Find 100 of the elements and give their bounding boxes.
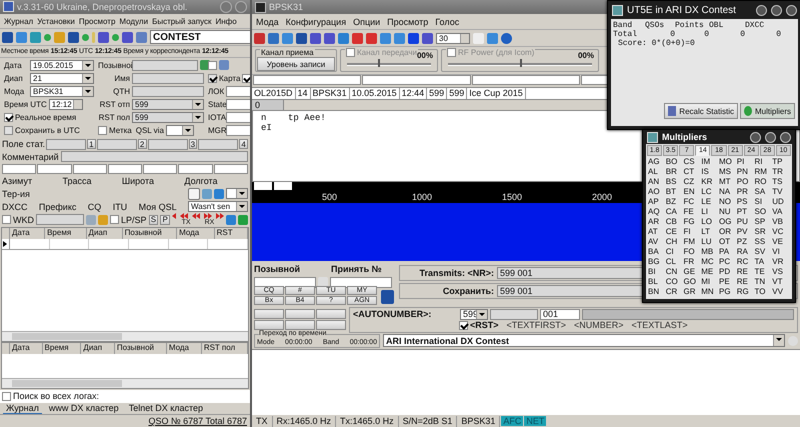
column-header[interactable]: Дата — [10, 228, 46, 239]
menu-item[interactable]: Конфигурация — [286, 16, 346, 26]
time-spinner[interactable]: 12:12 — [48, 98, 83, 110]
text-first-field[interactable] — [490, 308, 538, 320]
checkbox-label: LP/SP — [121, 214, 147, 225]
checkbox[interactable] — [346, 48, 355, 57]
menu-item[interactable]: Установки — [37, 16, 75, 26]
multiplier-code: OG — [719, 217, 732, 227]
checkbox[interactable] — [2, 215, 11, 224]
menu-item[interactable]: Опции — [353, 16, 380, 26]
column-header[interactable]: Позывной — [114, 342, 167, 354]
column-header[interactable]: Дата — [10, 342, 43, 354]
minimize-icon[interactable] — [750, 132, 761, 142]
menu-item[interactable]: Голос — [435, 16, 460, 26]
column-header[interactable]: Время — [45, 228, 87, 239]
checkbox[interactable] — [4, 112, 13, 122]
wkd-field[interactable] — [36, 214, 84, 226]
stat-button[interactable]: 3 — [188, 139, 198, 150]
square-icon[interactable] — [98, 32, 109, 43]
rst-received-dropdown[interactable]: 599 — [132, 112, 204, 123]
square-icon[interactable] — [422, 32, 433, 44]
rst-sent-dropdown[interactable]: 599 — [132, 98, 204, 110]
square-icon[interactable] — [122, 32, 133, 43]
multiplier-code: BZ — [666, 197, 677, 207]
callsign-field[interactable] — [254, 276, 316, 288]
qsl-via-dropdown[interactable] — [166, 124, 194, 136]
stat-button[interactable]: 2 — [138, 139, 146, 150]
number-spinner[interactable]: 30 — [436, 32, 470, 44]
checkbox[interactable] — [242, 74, 250, 83]
maximize-icon[interactable] — [765, 132, 776, 142]
menu-item[interactable]: Просмотр — [387, 16, 428, 26]
horizontal-scrollbar[interactable] — [2, 378, 248, 388]
text-field[interactable] — [226, 112, 250, 123]
square-icon[interactable] — [324, 32, 335, 44]
menu-item[interactable]: Журнал — [4, 16, 34, 26]
dot-icon[interactable] — [112, 34, 119, 41]
menu-item[interactable]: Мода — [256, 16, 279, 26]
mode-button[interactable]: S — [148, 214, 158, 225]
checkbox[interactable] — [110, 215, 119, 224]
tab[interactable]: www DX кластер — [46, 403, 122, 414]
checkbox[interactable] — [2, 392, 11, 401]
date-dropdown[interactable]: 19.05.2015 — [30, 60, 94, 71]
column-header[interactable]: Мода — [177, 228, 215, 239]
qth-field[interactable] — [132, 86, 204, 97]
column-header[interactable]: Время — [42, 342, 82, 354]
contest-dropdown[interactable]: ARI International DX Contest — [383, 334, 785, 347]
mode-button[interactable]: P — [160, 214, 170, 225]
column-header[interactable]: RST — [214, 228, 248, 239]
stat-field[interactable] — [198, 138, 238, 150]
text-last-field[interactable] — [582, 308, 794, 320]
stat-field[interactable] — [148, 138, 188, 150]
text-field[interactable] — [226, 124, 250, 136]
menu-item[interactable]: Инфо — [215, 16, 237, 26]
stat-button[interactable]: 4 — [239, 139, 248, 150]
text-field[interactable] — [226, 98, 250, 110]
menu-item[interactable]: Модули — [119, 16, 148, 26]
column-header[interactable]: Диап — [81, 342, 115, 354]
column-header[interactable]: Диап — [86, 228, 123, 239]
receive-number-field[interactable] — [330, 276, 392, 288]
maximize-icon[interactable] — [771, 4, 782, 16]
checkbox[interactable] — [98, 126, 107, 135]
column-header[interactable]: Мода — [166, 342, 202, 354]
window-button[interactable]: Multipliers — [740, 103, 795, 119]
menu-item[interactable]: Просмотр — [78, 16, 116, 26]
checkbox[interactable] — [447, 48, 456, 57]
checkbox[interactable] — [208, 74, 217, 83]
stat-button[interactable]: 1 — [87, 139, 96, 150]
column-header[interactable]: Позывной — [122, 228, 178, 239]
horizontal-scrollbar[interactable] — [2, 330, 248, 341]
window-button[interactable]: Recalc Statistic — [664, 103, 738, 119]
mode-dropdown[interactable]: BPSK31 — [30, 86, 94, 97]
menu-item[interactable]: Быстрый запуск — [152, 16, 212, 26]
tab[interactable]: Журнал — [3, 402, 42, 414]
close-icon[interactable] — [786, 4, 797, 16]
square-icon[interactable] — [310, 32, 321, 44]
number-field[interactable]: 001 — [540, 308, 580, 320]
name-field[interactable] — [132, 72, 204, 84]
close-icon[interactable] — [780, 132, 791, 142]
tab[interactable]: Telnet DX кластер — [126, 403, 206, 414]
my-qsl-dropdown[interactable]: Wasn't sen — [188, 201, 248, 212]
callsign-field[interactable] — [132, 60, 198, 71]
checkbox[interactable] — [459, 320, 468, 330]
stat-field[interactable] — [96, 138, 137, 150]
band-dropdown[interactable]: 21 — [30, 72, 94, 84]
slider-thumb[interactable] — [378, 59, 380, 67]
dot-icon[interactable] — [44, 34, 51, 41]
display-dropdown[interactable] — [226, 188, 248, 200]
multiplier-code: FE — [684, 207, 695, 217]
comment-field[interactable] — [60, 151, 248, 162]
column-header[interactable]: RST пол — [202, 342, 248, 354]
field-label: MGR — [208, 126, 224, 135]
minimize-icon[interactable] — [756, 4, 767, 16]
checkbox[interactable] — [208, 60, 217, 70]
record-level-button[interactable]: Уровень записи — [257, 57, 335, 71]
text-field[interactable] — [226, 86, 250, 97]
field-label: RST пол — [98, 112, 130, 122]
tab[interactable]: 0 — [252, 100, 284, 110]
checkbox[interactable] — [4, 126, 13, 135]
dot-icon[interactable] — [82, 34, 89, 41]
stat-field[interactable] — [46, 138, 86, 150]
